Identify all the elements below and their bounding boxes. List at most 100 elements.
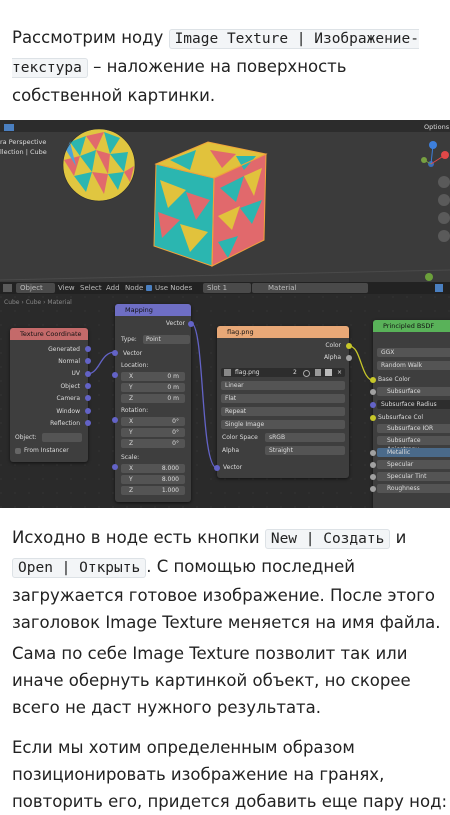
socket-generated[interactable] <box>85 346 91 352</box>
object-label: Object: <box>15 434 37 441</box>
location-x-field[interactable]: X0 m <box>121 372 185 381</box>
mapping-title: Mapping <box>115 304 191 316</box>
output-window: Window <box>56 408 80 415</box>
location-label: Location: <box>121 362 149 369</box>
p2-text-2: и <box>390 528 407 547</box>
camera-label: ra Perspective <box>0 138 47 146</box>
intro-paragraph: Рассмотрим ноду Image Texture | Изображе… <box>12 24 438 109</box>
paragraph-positioning: Если мы хотим определенным образом позиц… <box>12 738 448 811</box>
input-roughness[interactable]: Roughness <box>377 484 450 493</box>
socket-base-color[interactable] <box>370 377 376 383</box>
scale-x-field[interactable]: X 8.000 <box>121 464 185 473</box>
socket-image-color[interactable] <box>346 343 352 349</box>
scale-y-field[interactable]: Y 8.000 <box>121 475 185 484</box>
color-space-label: Color Space <box>222 434 258 441</box>
image-users-count: 2 <box>293 369 297 376</box>
subsurface-method-dropdown[interactable]: Random Walk <box>377 361 450 370</box>
collection-label: llection | Cube <box>0 148 47 156</box>
socket-subsurface-radius[interactable] <box>370 402 376 408</box>
interpolation-dropdown[interactable]: Linear <box>221 381 345 390</box>
extension-dropdown[interactable]: Repeat <box>221 407 345 416</box>
use-nodes-label: Use Nodes <box>155 284 193 292</box>
socket-mapping-vector-in[interactable] <box>112 350 118 356</box>
output-camera: Camera <box>56 395 80 402</box>
scale-z-field[interactable]: Z 1.000 <box>121 486 185 495</box>
input-subsurface-color: Subsurface Col <box>378 414 424 421</box>
options-menu[interactable]: Options <box>424 123 449 131</box>
input-subsurface[interactable]: Subsurface <box>377 387 450 396</box>
image-name-field[interactable]: flag.png <box>235 368 260 377</box>
socket-scale[interactable] <box>112 464 118 470</box>
socket-object[interactable] <box>85 383 91 389</box>
unlink-icon[interactable]: × <box>337 368 342 377</box>
socket-image-vector[interactable] <box>214 465 220 471</box>
alpha-dropdown[interactable]: Straight <box>265 446 345 455</box>
image-vector-in-label: Vector <box>223 464 243 471</box>
object-menu[interactable]: Object <box>16 283 55 293</box>
input-subsurface-ior[interactable]: Subsurface IOR <box>377 424 450 433</box>
input-subsurface-radius[interactable]: Subsurface Radius <box>377 400 450 409</box>
input-subsurface-anisotropy[interactable]: Subsurface Anisotropy <box>377 436 450 453</box>
intro-text-1: Рассмотрим ноду <box>12 28 169 47</box>
menu-view[interactable]: View <box>58 282 75 294</box>
input-specular[interactable]: Specular <box>377 460 450 469</box>
menu-select[interactable]: Select <box>80 282 102 294</box>
socket-camera[interactable] <box>85 395 91 401</box>
image-texture-node[interactable]: flag.png Color Alpha flag.png 2 × Linear… <box>214 326 352 478</box>
duplicate-icon[interactable] <box>315 369 321 376</box>
select-mode-icon[interactable] <box>4 124 14 131</box>
source-dropdown[interactable]: Single Image <box>221 420 345 429</box>
input-metallic[interactable]: Metallic <box>377 448 450 457</box>
socket-normal[interactable] <box>85 358 91 364</box>
mapping-vector-out: Vector <box>165 320 185 327</box>
slot-dropdown[interactable]: Slot 1 <box>203 283 251 293</box>
use-nodes-checkbox[interactable] <box>146 285 152 291</box>
location-z-field[interactable]: Z0 m <box>121 394 185 403</box>
paragraph-image-texture-note: Сама по себе Image Texture позволит так … <box>12 644 411 717</box>
rotation-x-field[interactable]: X 0° <box>121 417 185 426</box>
rotation-z-field[interactable]: Z 0° <box>121 439 185 448</box>
texture-coordinate-node[interactable]: Texture Coordinate Generated Normal UV O… <box>10 328 91 462</box>
overlay-icon[interactable] <box>435 284 443 292</box>
from-instancer-label: From Instancer <box>24 447 69 454</box>
socket-metallic[interactable] <box>370 450 376 456</box>
projection-dropdown[interactable]: Flat <box>221 394 345 403</box>
material-field[interactable]: Material <box>252 283 368 293</box>
menu-add[interactable]: Add <box>106 282 120 294</box>
viewport-canvas <box>0 120 450 282</box>
output-reflection: Reflection <box>50 420 80 427</box>
mapping-node[interactable]: Mapping Vector Type: Point Vector Locati… <box>112 304 194 502</box>
fake-user-icon[interactable] <box>303 370 310 377</box>
cube-object <box>153 141 268 267</box>
input-base-color: Base Color <box>378 376 411 383</box>
location-y-field[interactable]: Y0 m <box>121 383 185 392</box>
input-specular-tint[interactable]: Specular Tint <box>377 472 450 481</box>
socket-location[interactable] <box>112 372 118 378</box>
mapping-type-label: Type: <box>121 336 137 343</box>
socket-specular-tint[interactable] <box>370 474 376 480</box>
from-instancer-checkbox[interactable] <box>15 448 21 454</box>
open-folder-icon[interactable] <box>325 369 332 376</box>
principled-bsdf-node[interactable]: Principled BSDF GGX Random Walk Base Col… <box>370 320 450 508</box>
image-browse-icon[interactable] <box>224 369 231 376</box>
socket-subsurface-color[interactable] <box>370 415 376 421</box>
object-picker[interactable] <box>42 433 82 442</box>
distribution-dropdown[interactable]: GGX <box>377 348 450 357</box>
socket-subsurface[interactable] <box>370 389 376 395</box>
socket-window[interactable] <box>85 408 91 414</box>
socket-image-alpha[interactable] <box>346 355 352 361</box>
socket-rotation[interactable] <box>112 417 118 423</box>
sphere-object <box>62 128 136 202</box>
alpha-label: Alpha <box>222 447 240 454</box>
socket-specular[interactable] <box>370 462 376 468</box>
image-datablock-row[interactable]: flag.png 2 × <box>221 368 345 377</box>
socket-reflection[interactable] <box>85 420 91 426</box>
editor-type-icon[interactable] <box>3 284 12 292</box>
socket-mapping-vector-out[interactable] <box>188 321 194 327</box>
menu-node[interactable]: Node <box>125 282 143 294</box>
rotation-y-field[interactable]: Y 0° <box>121 428 185 437</box>
color-space-dropdown[interactable]: sRGB <box>265 433 345 442</box>
socket-uv[interactable] <box>85 371 91 377</box>
socket-roughness[interactable] <box>370 486 376 492</box>
mapping-type-dropdown[interactable]: Point <box>143 335 190 344</box>
